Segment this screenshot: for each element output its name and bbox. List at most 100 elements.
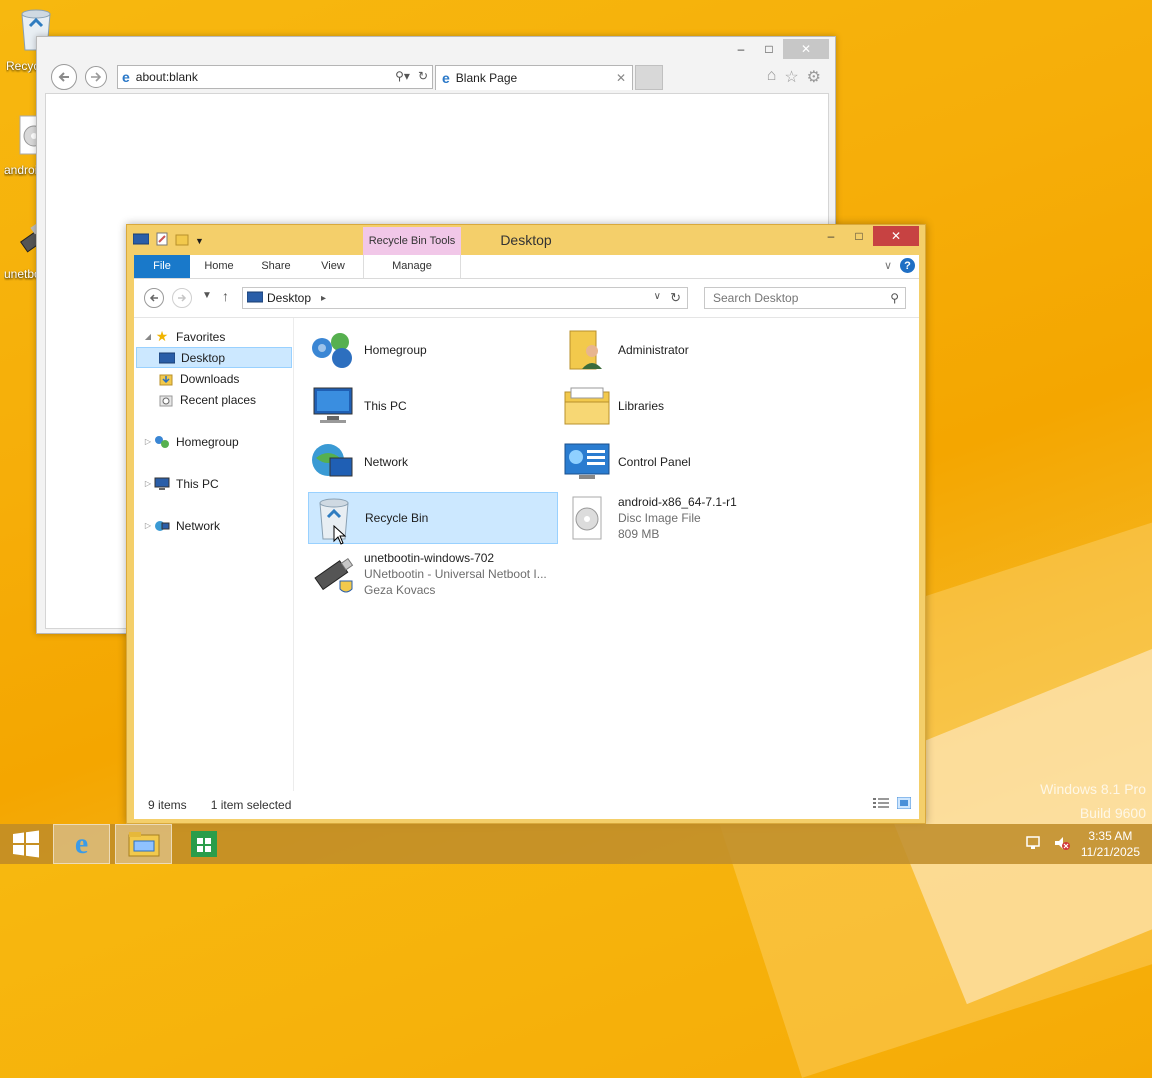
ie-caption-buttons: – □ ✕	[727, 39, 829, 59]
ie-page-icon: e	[442, 70, 450, 86]
item-name: android-x86_64-7.1-r1	[618, 495, 737, 509]
item-name: unetbootin-windows-702	[364, 551, 495, 565]
address-tools: ⚲▾ ↻	[395, 69, 428, 83]
search-input[interactable]	[711, 290, 871, 306]
tab-view[interactable]: View	[310, 255, 356, 278]
tab-manage[interactable]: Manage	[363, 255, 461, 278]
list-item-control-panel[interactable]: Control Panel	[562, 436, 812, 488]
list-item-homegroup[interactable]: Homegroup	[308, 324, 558, 376]
nav-label: Downloads	[180, 371, 240, 386]
minimize-button[interactable]: –	[727, 39, 755, 59]
ribbon-right-controls: ∨ ?	[884, 258, 915, 273]
volume-muted-icon[interactable]	[1053, 835, 1071, 854]
collapsed-arrow-icon[interactable]: ▷	[142, 521, 154, 530]
list-item-unetbootin[interactable]: unetbootin-windows-702 UNetbootin - Univ…	[308, 548, 558, 600]
desktop-folder-icon	[159, 351, 175, 365]
list-item-android-image[interactable]: android-x86_64-7.1-r1 Disc Image File 80…	[562, 492, 812, 544]
mouse-cursor-icon	[333, 524, 347, 548]
list-item-administrator[interactable]: Administrator	[562, 324, 812, 376]
favorites-icon[interactable]: ☆	[784, 67, 798, 87]
windows-version-watermark: Windows 8.1 Pro	[1040, 781, 1146, 797]
item-company: Geza Kovacs	[364, 583, 436, 597]
taskbar-file-explorer[interactable]	[115, 824, 172, 864]
ie-navigation-bar: e about:blank ⚲▾ ↻ e Blank Page ✕ ⌂ ☆ ⚙	[51, 64, 831, 90]
nav-homegroup[interactable]: ▷ Homegroup	[142, 431, 239, 452]
address-path[interactable]: Desktop ▸ ∨ ↻	[242, 287, 688, 309]
clock[interactable]: 3:35 AM 11/21/2025	[1081, 828, 1140, 860]
disc-image-icon	[562, 494, 612, 542]
nav-favorites[interactable]: ◢ ★ Favorites	[142, 326, 225, 347]
recent-locations-icon[interactable]: ▼	[202, 290, 212, 301]
list-item-network[interactable]: Network	[308, 436, 558, 488]
start-button[interactable]	[6, 824, 46, 864]
recent-places-icon	[158, 393, 174, 407]
network-tray-icon[interactable]	[1025, 835, 1043, 854]
file-list: Homegroup Administrator This PC Librarie	[306, 318, 918, 791]
minimize-button[interactable]: –	[817, 226, 845, 246]
chevron-down-icon[interactable]: ∨	[654, 291, 661, 302]
refresh-icon[interactable]: ↻	[670, 290, 681, 306]
tab-blank-page[interactable]: e Blank Page ✕	[435, 65, 633, 90]
help-icon[interactable]: ?	[900, 258, 915, 273]
search-icon[interactable]: ⚲	[890, 291, 899, 305]
item-name: Libraries	[618, 399, 665, 413]
tab-file[interactable]: File	[134, 255, 190, 278]
windows-build-watermark: Build 9600	[1079, 805, 1146, 821]
nav-label: This PC	[176, 476, 219, 491]
libraries-icon	[562, 382, 612, 430]
collapsed-arrow-icon[interactable]: ▷	[142, 479, 154, 488]
explorer-body: ◢ ★ Favorites Desktop Downloads Recent p…	[134, 317, 919, 791]
maximize-button[interactable]: □	[755, 39, 783, 59]
explorer-window: ▼ Recycle Bin Tools Desktop – □ ✕ File H…	[126, 224, 926, 824]
taskbar: e 3:35 AM 11/21/2025	[0, 824, 1152, 864]
nav-this-pc[interactable]: ▷ This PC	[142, 473, 219, 494]
view-switcher	[873, 796, 912, 812]
close-button[interactable]: ✕	[783, 39, 829, 59]
new-tab-button[interactable]	[635, 65, 663, 90]
close-tab-icon[interactable]: ✕	[616, 71, 626, 85]
computer-icon	[154, 477, 170, 491]
item-name: Recycle Bin	[365, 511, 429, 525]
settings-icon[interactable]: ⚙	[807, 67, 821, 87]
expand-ribbon-icon[interactable]: ∨	[884, 259, 892, 272]
back-icon[interactable]	[51, 64, 77, 90]
tab-title: Blank Page	[455, 71, 518, 85]
chevron-right-icon[interactable]: ▸	[321, 293, 326, 304]
computer-icon	[308, 382, 358, 430]
item-description: UNetbootin - Universal Netboot I...	[364, 567, 547, 581]
taskbar-store[interactable]	[178, 824, 230, 864]
address-navigation-bar: ▼ ↑ Desktop ▸ ∨ ↻ ⚲	[134, 279, 919, 317]
nav-network[interactable]: ▷ Network	[142, 515, 220, 536]
taskbar-internet-explorer[interactable]: e	[53, 824, 110, 864]
address-bar[interactable]: e about:blank ⚲▾ ↻	[117, 65, 433, 89]
nav-downloads[interactable]: Downloads	[158, 368, 239, 389]
close-button[interactable]: ✕	[873, 226, 919, 246]
home-icon[interactable]: ⌂	[767, 67, 777, 87]
internet-explorer-icon: e	[74, 827, 89, 860]
forward-icon[interactable]	[85, 66, 107, 88]
up-arrow-icon[interactable]: ↑	[222, 288, 229, 304]
tab-share[interactable]: Share	[252, 255, 300, 278]
nav-recent-places[interactable]: Recent places	[158, 389, 256, 410]
network-icon	[154, 519, 170, 533]
store-icon	[191, 831, 217, 857]
list-item-this-pc[interactable]: This PC	[308, 380, 558, 432]
nav-desktop[interactable]: Desktop	[136, 347, 292, 368]
back-icon[interactable]	[144, 288, 164, 308]
forward-icon[interactable]	[172, 288, 192, 308]
collapsed-arrow-icon[interactable]: ▷	[142, 437, 154, 446]
large-icons-view-icon[interactable]	[896, 796, 912, 812]
search-box[interactable]: ⚲	[704, 287, 906, 309]
maximize-button[interactable]: □	[845, 226, 873, 246]
details-view-icon[interactable]	[873, 797, 889, 812]
tab-home[interactable]: Home	[196, 255, 242, 278]
expanded-arrow-icon[interactable]: ◢	[142, 332, 154, 341]
system-tray: 3:35 AM 11/21/2025	[1025, 828, 1140, 860]
search-icon[interactable]: ⚲▾	[395, 69, 410, 83]
selection-count: 1 item selected	[210, 798, 292, 812]
network-icon	[308, 438, 358, 486]
nav-label: Homegroup	[176, 434, 239, 449]
list-item-libraries[interactable]: Libraries	[562, 380, 812, 432]
breadcrumb-desktop[interactable]: Desktop	[267, 291, 311, 305]
refresh-icon[interactable]: ↻	[418, 69, 428, 83]
